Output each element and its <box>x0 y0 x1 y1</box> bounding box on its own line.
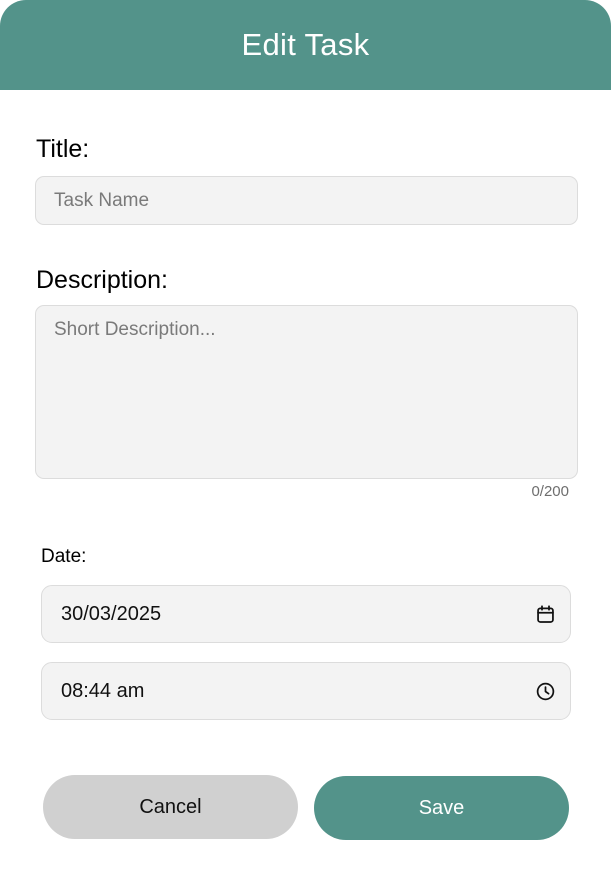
save-button[interactable]: Save <box>314 776 569 840</box>
cancel-button[interactable]: Cancel <box>43 775 298 839</box>
date-value: 30/03/2025 <box>61 602 162 625</box>
save-button-label: Save <box>418 796 465 819</box>
task-title-input[interactable] <box>35 176 578 225</box>
date-picker[interactable]: 30/03/2025 <box>41 585 571 643</box>
dialog-header: Edit Task <box>0 0 611 90</box>
description-label: Description: <box>36 266 168 294</box>
description-textarea[interactable] <box>35 305 578 479</box>
date-label: Date: <box>41 546 87 567</box>
title-label: Title: <box>36 135 90 163</box>
cancel-button-label: Cancel <box>139 795 202 818</box>
time-value: 08:44 am <box>61 679 145 702</box>
character-counter: 0/200 <box>531 483 569 500</box>
dialog-title: Edit Task <box>241 27 370 62</box>
clock-icon[interactable] <box>534 680 556 702</box>
calendar-icon[interactable] <box>534 603 556 625</box>
time-picker[interactable]: 08:44 am <box>41 662 571 720</box>
